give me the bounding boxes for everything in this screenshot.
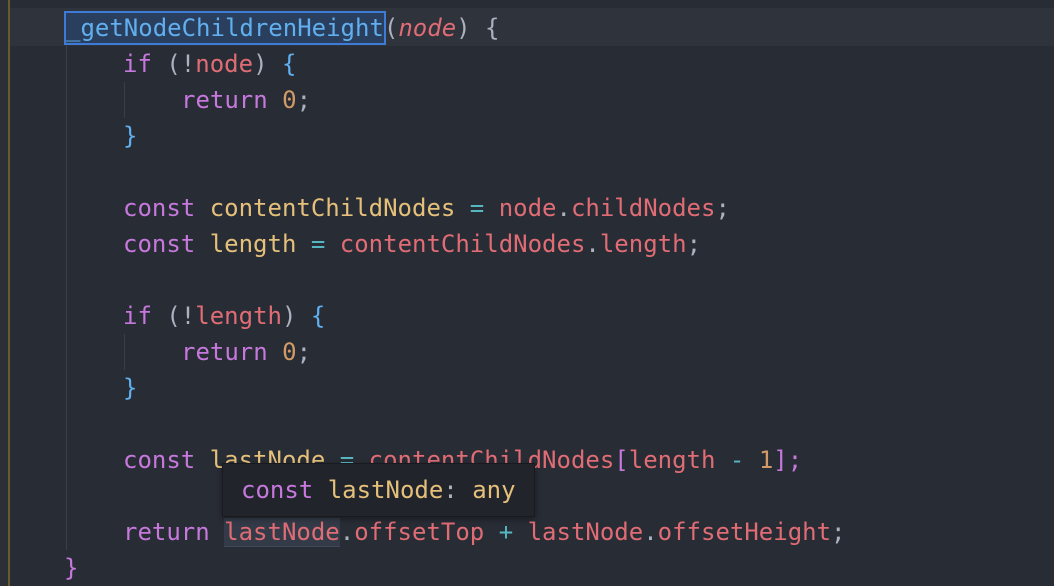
code-line-3[interactable]: return 0; bbox=[181, 82, 311, 118]
indent-guide bbox=[66, 46, 67, 550]
code-line-6[interactable]: const contentChildNodes = node.childNode… bbox=[123, 190, 730, 226]
code-line-4[interactable]: } bbox=[123, 118, 137, 154]
code-line-15[interactable]: return lastNode.offsetTop + lastNode.off… bbox=[123, 514, 846, 550]
code-line-1[interactable]: _getNodeChildrenHeight(node) { bbox=[64, 10, 500, 46]
function-param[interactable]: node bbox=[398, 14, 456, 42]
code-line-16[interactable]: } bbox=[64, 550, 78, 586]
code-line-9[interactable]: if (!length) { bbox=[123, 298, 325, 334]
code-line-7[interactable]: const length = contentChildNodes.length; bbox=[123, 226, 701, 262]
code-line-2[interactable]: if (!node) { bbox=[123, 46, 296, 82]
hovered-identifier[interactable]: lastNode bbox=[224, 518, 340, 547]
indent-guide bbox=[124, 334, 125, 370]
code-line-10[interactable]: return 0; bbox=[181, 334, 311, 370]
code-editor[interactable]: _getNodeChildrenHeight(node) { if (!node… bbox=[0, 0, 1054, 586]
indent-guide bbox=[124, 82, 125, 118]
hover-type-tooltip: const lastNode: any bbox=[222, 463, 535, 517]
editor-gutter bbox=[0, 0, 10, 586]
code-line-11[interactable]: } bbox=[123, 370, 137, 406]
function-name-selection[interactable]: _getNodeChildrenHeight bbox=[64, 11, 386, 45]
